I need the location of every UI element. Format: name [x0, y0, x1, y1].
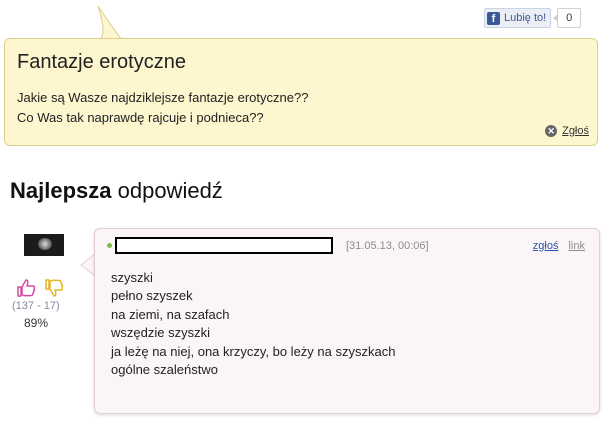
answer-box: [31.05.13, 00:06] zgłoś link szyszki peł…: [94, 228, 600, 414]
best-answer-heading-rest: odpowiedź: [111, 178, 223, 203]
vote-buttons: [16, 278, 64, 298]
answer-line: szyszki: [111, 270, 153, 285]
report-question-button[interactable]: ✕ Zgłoś: [545, 125, 589, 137]
question-text-line-2: Co Was tak naprawdę rajcuje i podnieca??: [17, 110, 264, 125]
answer-actions: zgłoś link: [533, 240, 585, 252]
like-count: 0: [553, 8, 582, 28]
report-label: Zgłoś: [562, 125, 589, 137]
avatar[interactable]: [24, 234, 64, 256]
vote-count: (137 - 17): [12, 300, 60, 312]
avatar-image: [38, 238, 52, 250]
thumb-up-icon[interactable]: [16, 278, 36, 298]
question-title: Fantazje erotyczne: [17, 51, 186, 73]
report-answer-link[interactable]: zgłoś: [533, 240, 559, 252]
vote-percent: 89%: [24, 316, 49, 330]
answer-permalink[interactable]: link: [568, 240, 585, 252]
online-status-icon: [107, 243, 112, 248]
facebook-icon: f: [487, 11, 500, 25]
like-button-label: Lubię to!: [504, 12, 547, 24]
facebook-like-bar: f Lubię to! 0: [484, 8, 582, 28]
best-answer-heading: Najlepsza odpowiedź: [10, 178, 223, 204]
answer-text: szyszki pełno szyszek na ziemi, na szafa…: [111, 269, 395, 379]
answer-date: [31.05.13, 00:06]: [346, 240, 429, 252]
question-text-line-1: Jakie są Wasze najdziklejsze fantazje er…: [17, 90, 309, 105]
best-answer-heading-bold: Najlepsza: [10, 178, 112, 203]
thumb-down-icon[interactable]: [44, 278, 64, 298]
answer-line: ja leżę na niej, ona krzyczy, bo leży na…: [111, 343, 396, 359]
question-bubble-tail: [96, 6, 124, 40]
answer-line: wszędzie szyszki: [111, 325, 210, 341]
question-box: Fantazje erotyczne Jakie są Wasze najdzi…: [4, 38, 598, 146]
answer-line: pełno szyszek: [111, 288, 193, 304]
answer-line: na ziemi, na szafach: [111, 306, 230, 322]
facebook-like-button[interactable]: f Lubię to!: [484, 8, 552, 28]
answer-line: ogólne szaleństwo: [111, 362, 218, 378]
username-redacted: [115, 237, 333, 254]
report-x-icon: ✕: [545, 125, 558, 137]
